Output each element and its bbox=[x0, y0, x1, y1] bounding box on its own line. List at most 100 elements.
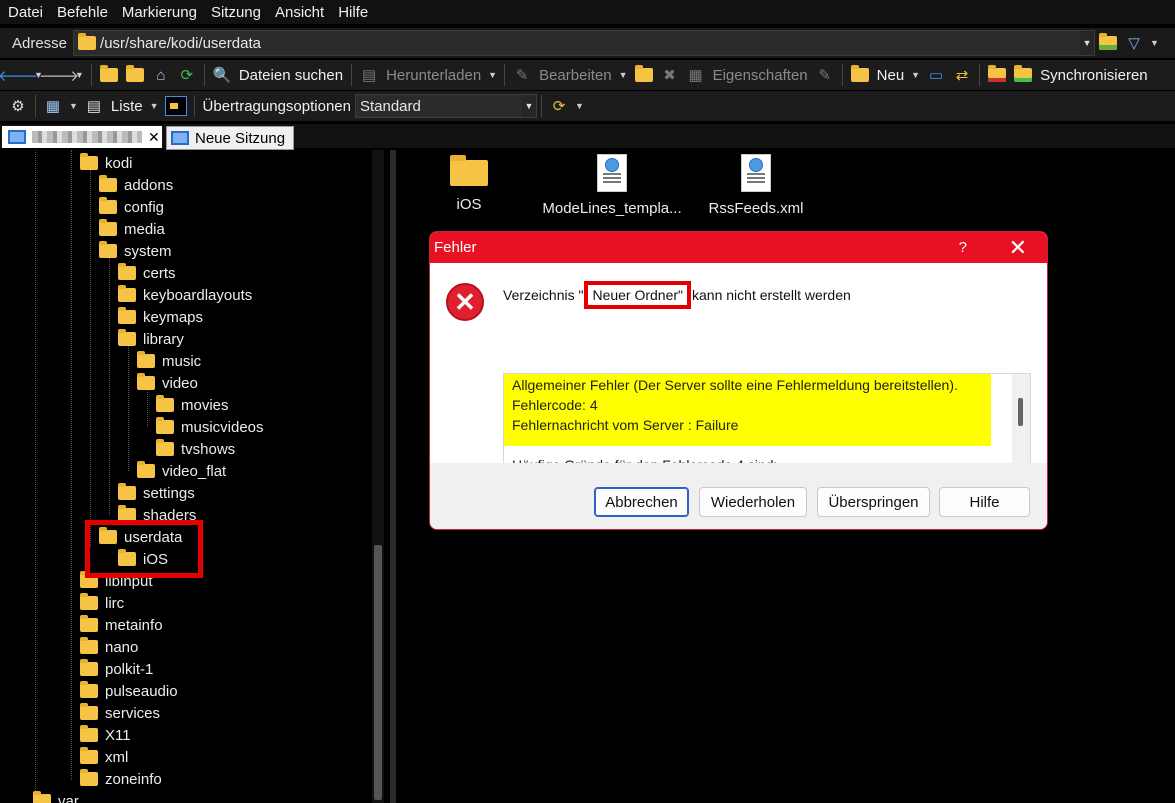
find-files-icon[interactable]: 🔍 bbox=[212, 66, 232, 84]
view-mode-icon[interactable]: ▦ bbox=[43, 97, 63, 115]
tree-toggle-icon[interactable] bbox=[164, 96, 187, 116]
file-item[interactable]: iOS bbox=[399, 150, 539, 213]
close-tab-icon[interactable]: ✕ bbox=[148, 129, 160, 146]
list-view-dropdown-icon[interactable]: ▼ bbox=[150, 101, 159, 111]
transfer-mode-dropdown-icon[interactable]: ▼ bbox=[521, 95, 536, 117]
file-item[interactable]: RssFeeds.xml bbox=[686, 150, 826, 217]
tree-item-xml[interactable]: xml bbox=[80, 747, 128, 767]
menu-mark[interactable]: Markierung bbox=[114, 4, 203, 21]
find-files-button[interactable]: Dateien suchen bbox=[239, 67, 343, 84]
menu-view[interactable]: Ansicht bbox=[267, 4, 330, 21]
folder-icon bbox=[156, 439, 174, 456]
tree-item-video-flat[interactable]: video_flat bbox=[137, 461, 226, 481]
view-mode-dropdown-icon[interactable]: ▼ bbox=[69, 101, 78, 111]
computer-icon bbox=[171, 131, 189, 145]
help-icon[interactable]: ? bbox=[959, 239, 967, 256]
file-item[interactable]: ModeLines_templa... bbox=[542, 150, 682, 217]
tree-item-lirc[interactable]: lirc bbox=[80, 593, 124, 613]
edit-dropdown-icon[interactable]: ▼ bbox=[619, 70, 628, 80]
tab-current-session[interactable]: ✕ bbox=[2, 126, 162, 148]
tree-item-pulseaudio[interactable]: pulseaudio bbox=[80, 681, 178, 701]
tree-item-settings[interactable]: settings bbox=[118, 483, 195, 503]
menu-help[interactable]: Hilfe bbox=[330, 4, 374, 21]
parent-folder-icon[interactable] bbox=[99, 65, 119, 84]
transfer-icon[interactable]: ⇄ bbox=[952, 66, 972, 84]
menu-file[interactable]: Datei bbox=[0, 4, 49, 21]
terminal-icon[interactable]: ▭ bbox=[926, 66, 946, 84]
close-icon[interactable]: ✕ bbox=[1009, 235, 1027, 261]
cancel-button[interactable]: Abbrechen bbox=[594, 487, 689, 517]
sync-folder-icon[interactable] bbox=[987, 65, 1007, 84]
new-icon[interactable] bbox=[850, 65, 870, 84]
tree-item-keymaps[interactable]: keymaps bbox=[118, 307, 203, 327]
help-button[interactable]: Hilfe bbox=[939, 487, 1030, 517]
root-folder-icon[interactable] bbox=[125, 65, 145, 84]
tree-item-addons[interactable]: addons bbox=[99, 175, 173, 195]
menu-session[interactable]: Sitzung bbox=[203, 4, 267, 21]
edit-icon[interactable]: ✎ bbox=[512, 66, 532, 84]
tree-item-keyboardlayouts[interactable]: keyboardlayouts bbox=[118, 285, 252, 305]
address-field[interactable]: /usr/share/kodi/userdata ▼ bbox=[73, 30, 1096, 56]
tree-item-media[interactable]: media bbox=[99, 219, 165, 239]
tree-item-services[interactable]: services bbox=[80, 703, 160, 723]
tree-item-var[interactable]: var bbox=[33, 791, 79, 803]
tree-item-polkit-1[interactable]: polkit-1 bbox=[80, 659, 153, 679]
properties-button[interactable]: Eigenschaften bbox=[713, 67, 808, 84]
back-arrow-icon[interactable]: 🡐 bbox=[0, 66, 38, 85]
new-button[interactable]: Neu bbox=[877, 67, 905, 84]
tree-item-kodi[interactable]: kodi bbox=[80, 153, 133, 173]
tree-item-music[interactable]: music bbox=[137, 351, 201, 371]
tree-guide bbox=[109, 250, 110, 515]
tree-guide bbox=[35, 150, 36, 795]
tree-item-movies[interactable]: movies bbox=[156, 395, 229, 415]
transfer-mode-select[interactable]: Standard ▼ bbox=[354, 94, 537, 118]
download-icon[interactable]: ▤ bbox=[359, 66, 379, 84]
filter-icon[interactable]: ▽ bbox=[1124, 34, 1144, 52]
tree-item-video[interactable]: video bbox=[137, 373, 198, 393]
list-view-button[interactable]: Liste bbox=[111, 98, 143, 115]
address-dropdown-icon[interactable]: ▼ bbox=[1080, 31, 1095, 55]
tree-item-library[interactable]: library bbox=[118, 329, 184, 349]
sync-button[interactable]: Synchronisieren bbox=[1040, 67, 1148, 84]
detail-line: Allgemeiner Fehler (Der Server sollte ei… bbox=[512, 377, 958, 393]
gear-icon[interactable]: ⚙ bbox=[8, 97, 28, 115]
new-dropdown-icon[interactable]: ▼ bbox=[911, 70, 920, 80]
separator bbox=[841, 64, 843, 86]
tree-item-system[interactable]: system bbox=[99, 241, 172, 261]
tree-item-metainfo[interactable]: metainfo bbox=[80, 615, 163, 635]
delete-icon[interactable]: ✖ bbox=[660, 66, 680, 84]
skip-button[interactable]: Überspringen bbox=[817, 487, 930, 517]
tree-item-tvshows[interactable]: tvshows bbox=[156, 439, 235, 459]
retry-button[interactable]: Wiederholen bbox=[699, 487, 807, 517]
new-folder-quick-icon[interactable] bbox=[634, 65, 654, 84]
download-dropdown-icon[interactable]: ▼ bbox=[488, 70, 497, 80]
tree-item-zoneinfo[interactable]: zoneinfo bbox=[80, 769, 162, 789]
home-icon[interactable]: ⌂ bbox=[151, 66, 171, 84]
filter-dropdown-icon[interactable]: ▼ bbox=[1150, 38, 1159, 48]
transfer-settings-dropdown-icon[interactable]: ▼ bbox=[575, 101, 584, 111]
tree-item-config[interactable]: config bbox=[99, 197, 164, 217]
download-button[interactable]: Herunterladen bbox=[386, 67, 481, 84]
folder-icon bbox=[80, 153, 98, 170]
details-scrollbar-thumb[interactable] bbox=[1018, 398, 1023, 426]
edit-button[interactable]: Bearbeiten bbox=[539, 67, 612, 84]
tree-item-x11[interactable]: X11 bbox=[80, 725, 131, 745]
tab-new-session[interactable]: Neue Sitzung bbox=[166, 126, 294, 150]
folder-icon bbox=[99, 197, 117, 214]
sync-icon[interactable] bbox=[1013, 65, 1033, 84]
open-folder-icon[interactable] bbox=[1098, 33, 1118, 52]
address-path[interactable]: /usr/share/kodi/userdata bbox=[100, 35, 261, 52]
tree-scrollbar-thumb[interactable] bbox=[374, 545, 382, 800]
forward-dropdown-icon[interactable]: ▼ bbox=[75, 70, 84, 80]
menu-commands[interactable]: Befehle bbox=[49, 4, 114, 21]
refresh-icon[interactable]: ⟳ bbox=[177, 66, 197, 84]
tree-item-nano[interactable]: nano bbox=[80, 637, 138, 657]
forward-arrow-icon[interactable]: 🡒 bbox=[39, 66, 79, 85]
rename-icon[interactable]: ✎ bbox=[815, 66, 835, 84]
error-dialog: Fehler ? ✕ ✕ Verzeichnis " Neuer Ordner" … bbox=[429, 231, 1048, 530]
tree-item-certs[interactable]: certs bbox=[118, 263, 176, 283]
properties-icon[interactable]: ▦ bbox=[686, 66, 706, 84]
list-view-icon[interactable]: ▤ bbox=[84, 97, 104, 115]
tree-item-musicvideos[interactable]: musicvideos bbox=[156, 417, 264, 437]
transfer-settings-icon[interactable]: ⟳ bbox=[549, 97, 569, 115]
